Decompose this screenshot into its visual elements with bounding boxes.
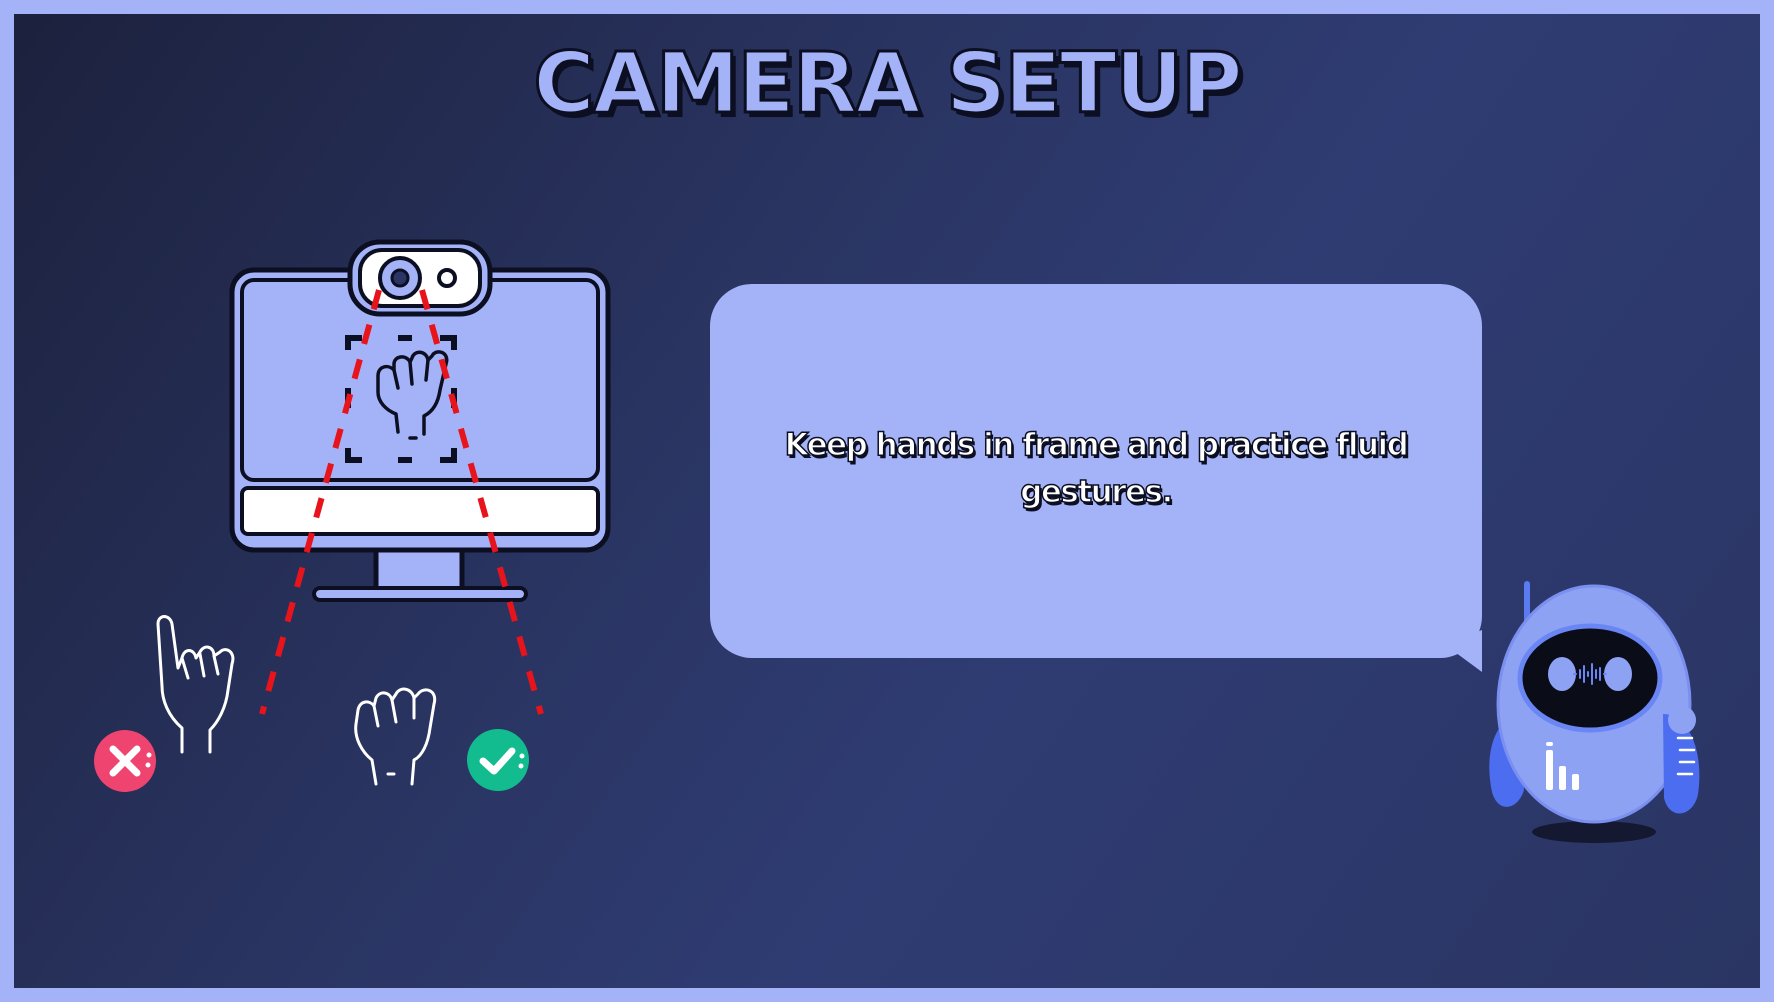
webcam-icon xyxy=(347,239,493,317)
instruction-text: Keep hands in frame and practice fluid g… xyxy=(784,426,1410,511)
robot-mascot-icon xyxy=(1489,581,1700,843)
pointing-hand-icon xyxy=(156,615,235,754)
fist-hand-icon xyxy=(354,687,437,786)
check-circle-icon xyxy=(467,729,529,791)
speech-bubble: Keep hands in frame and practice fluid g… xyxy=(710,284,1482,658)
camera-setup-screen: CAMERA SETUP Keep hands in frame and pra… xyxy=(14,14,1760,988)
cross-circle-icon xyxy=(94,730,156,792)
monitor-icon xyxy=(229,267,611,602)
